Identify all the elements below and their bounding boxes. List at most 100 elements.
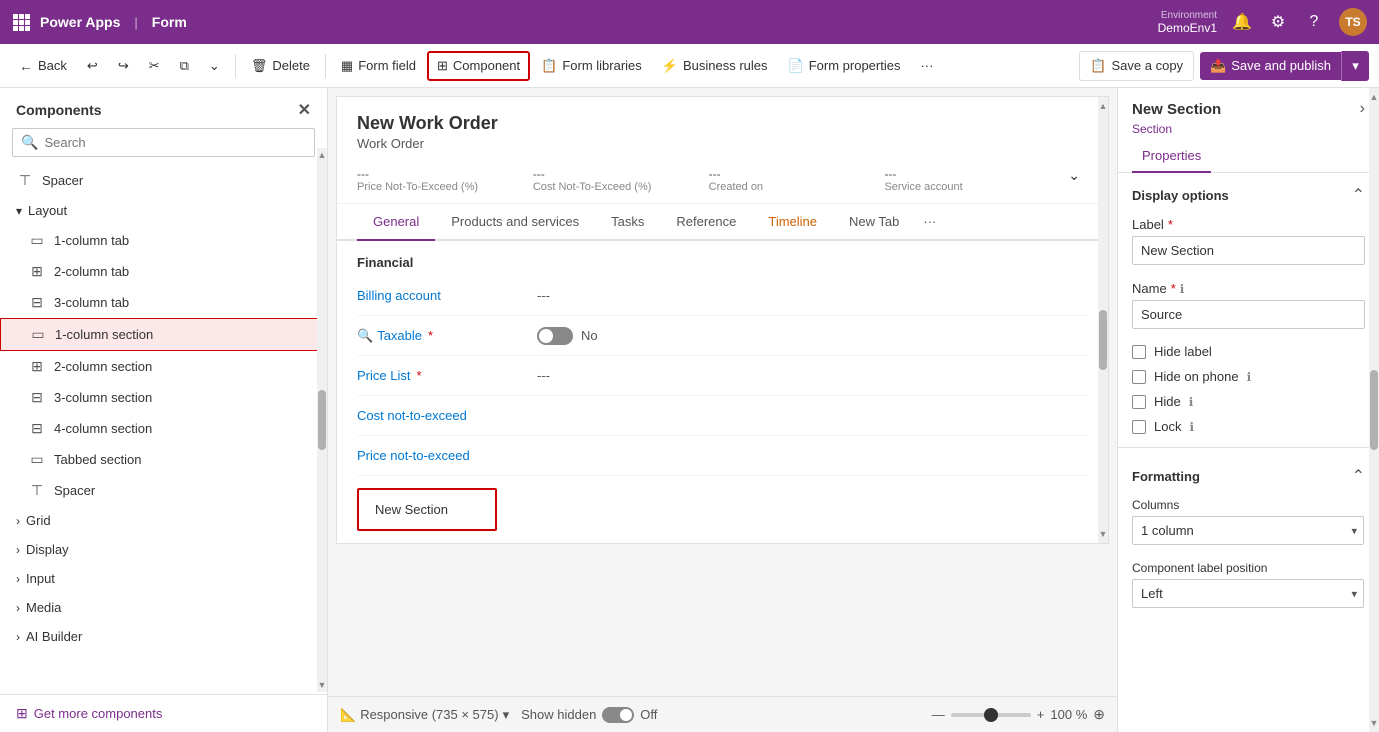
comp-label-pos-select[interactable]: Left Top Right <box>1132 579 1364 608</box>
back-icon: ← <box>19 58 33 74</box>
grid-header-label: Grid <box>26 513 51 528</box>
show-hidden-label: Show hidden <box>521 707 596 722</box>
more-cut-button[interactable]: ⌄ <box>200 52 229 80</box>
form-field-button[interactable]: ▦ Form field <box>332 52 425 80</box>
form-scrollbar[interactable]: ▲ ▼ <box>1098 97 1108 543</box>
section-financial-title: Financial <box>357 241 1088 276</box>
panel-header: Components ✕ <box>0 88 327 128</box>
delete-button[interactable]: 🗑 Delete <box>242 52 319 80</box>
form-container: New Work Order Work Order --- Price Not-… <box>336 96 1109 544</box>
1col-tab-component[interactable]: ▭ 1-column tab <box>0 225 327 256</box>
copy-button[interactable]: ⧉ <box>171 52 198 80</box>
lock-checkbox[interactable] <box>1132 420 1146 434</box>
display-section-header[interactable]: › Display <box>0 535 327 564</box>
price-list-required: * <box>416 368 421 383</box>
taxable-toggle[interactable] <box>537 327 573 345</box>
business-rules-button[interactable]: ⚡ Business rules <box>653 52 777 80</box>
display-options-title: Display options <box>1132 188 1229 203</box>
apps-grid-icon[interactable] <box>12 13 30 31</box>
tab-timeline[interactable]: Timeline <box>752 204 833 241</box>
show-hidden-toggle[interactable] <box>602 707 634 723</box>
cut-button[interactable]: ✂ <box>140 52 169 80</box>
expand-fields-button[interactable]: ⌄ <box>1060 167 1088 195</box>
zoom-minus[interactable]: — <box>932 707 945 722</box>
hide-checkbox[interactable] <box>1132 395 1146 409</box>
tab-new[interactable]: New Tab <box>833 204 915 241</box>
avatar[interactable]: TS <box>1339 8 1367 36</box>
grid-section-header[interactable]: › Grid <box>0 506 327 535</box>
comp-label-pos-field: Component label position Left Top Right … <box>1118 555 1379 618</box>
search-box: 🔍 <box>12 128 315 157</box>
columns-select[interactable]: 1 column 2 columns 3 columns 4 columns <box>1132 516 1364 545</box>
tab-general[interactable]: General <box>357 204 435 241</box>
field-price-val: --- <box>357 167 517 181</box>
responsive-label: Responsive (735 × 575) <box>360 707 498 722</box>
display-options-collapse[interactable]: ⌃ <box>1352 185 1365 205</box>
form-body: Financial Billing account --- 🔍 Taxable* <box>337 241 1108 543</box>
hide-label-checkbox[interactable] <box>1132 345 1146 359</box>
component-button[interactable]: ⊞ Component <box>427 51 530 81</box>
hide-phone-checkbox[interactable] <box>1132 370 1146 384</box>
3col-tab-component[interactable]: ⊟ 3-column tab <box>0 287 327 318</box>
field-service-label: Service account <box>884 181 1044 193</box>
tabbed-section-icon: ▭ <box>28 451 46 468</box>
rp-header: New Section › <box>1118 88 1379 122</box>
spacer-component[interactable]: ⊤ Spacer <box>0 165 327 196</box>
name-input[interactable] <box>1132 300 1365 329</box>
undo-button[interactable]: ↩ <box>78 52 107 80</box>
back-button[interactable]: ← Back <box>10 52 76 80</box>
display-header-label: Display <box>26 542 69 557</box>
get-more-components-button[interactable]: ⊞ Get more components <box>0 694 327 732</box>
rp-tab-properties[interactable]: Properties <box>1132 140 1211 173</box>
search-input[interactable] <box>44 135 306 150</box>
form-properties-button[interactable]: 📄 Form properties <box>779 52 910 80</box>
panel-close-button[interactable]: ✕ <box>298 100 311 120</box>
tab-products[interactable]: Products and services <box>435 204 595 241</box>
2col-section-component[interactable]: ⊞ 2-column section <box>0 351 327 382</box>
save-publish-button[interactable]: 📤 Save and publish <box>1200 52 1341 80</box>
save-publish-split[interactable]: ▾ <box>1341 51 1369 81</box>
tab-reference[interactable]: Reference <box>660 204 752 241</box>
tab-tasks[interactable]: Tasks <box>595 204 660 241</box>
layout-section-header[interactable]: ▾ Layout <box>0 196 327 225</box>
right-scrollbar[interactable]: ▲ ▼ <box>1369 88 1379 732</box>
ai-builder-section-header[interactable]: › AI Builder <box>0 622 327 651</box>
zoom-slider[interactable] <box>951 713 1031 717</box>
redo-button[interactable]: ↪ <box>109 52 138 80</box>
layout-header-label: Layout <box>28 203 67 218</box>
input-section-header[interactable]: › Input <box>0 564 327 593</box>
hide-row[interactable]: Hide ℹ <box>1118 389 1379 414</box>
save-copy-button[interactable]: 📋 Save a copy <box>1079 51 1194 81</box>
lock-info-icon[interactable]: ℹ <box>1189 420 1194 434</box>
left-scrollbar[interactable]: ▲ ▼ <box>317 148 327 692</box>
hide-phone-info-icon[interactable]: ℹ <box>1247 370 1252 384</box>
new-section-box[interactable]: New Section <box>357 488 497 531</box>
tab-more-button[interactable]: ··· <box>915 204 944 239</box>
zoom-target-icon[interactable]: ⊕ <box>1093 706 1105 723</box>
3col-section-component[interactable]: ⊟ 3-column section <box>0 382 327 413</box>
environment-info[interactable]: Environment DemoEnv1 <box>1158 10 1217 35</box>
taxable-label: 🔍 Taxable* <box>357 328 537 344</box>
formatting-collapse[interactable]: ⌃ <box>1352 466 1365 486</box>
label-input[interactable] <box>1132 236 1365 265</box>
hide-label-row[interactable]: Hide label <box>1118 339 1379 364</box>
1col-section-component[interactable]: ▭ 1-column section <box>0 318 327 351</box>
zoom-plus[interactable]: + <box>1037 707 1045 722</box>
settings-icon[interactable]: ⚙ <box>1267 11 1289 33</box>
more-menu-button[interactable]: ··· <box>911 52 942 79</box>
2col-tab-component[interactable]: ⊞ 2-column tab <box>0 256 327 287</box>
name-info-icon[interactable]: ℹ <box>1180 282 1185 296</box>
responsive-select[interactable]: 📐 Responsive (735 × 575) ▾ <box>340 707 509 723</box>
form-libraries-button[interactable]: 📋 Form libraries <box>532 52 651 80</box>
rp-expand-button[interactable]: › <box>1360 100 1365 118</box>
field-created-val: --- <box>709 167 869 181</box>
lock-row[interactable]: Lock ℹ <box>1118 414 1379 439</box>
help-icon[interactable]: ? <box>1303 11 1325 33</box>
notifications-icon[interactable]: 🔔 <box>1231 11 1253 33</box>
4col-section-component[interactable]: ⊟ 4-column section <box>0 413 327 444</box>
media-section-header[interactable]: › Media <box>0 593 327 622</box>
hide-phone-row[interactable]: Hide on phone ℹ <box>1118 364 1379 389</box>
hide-info-icon[interactable]: ℹ <box>1189 395 1194 409</box>
tabbed-section-component[interactable]: ▭ Tabbed section <box>0 444 327 475</box>
spacer-bottom-component[interactable]: ⊤ Spacer <box>0 475 327 506</box>
